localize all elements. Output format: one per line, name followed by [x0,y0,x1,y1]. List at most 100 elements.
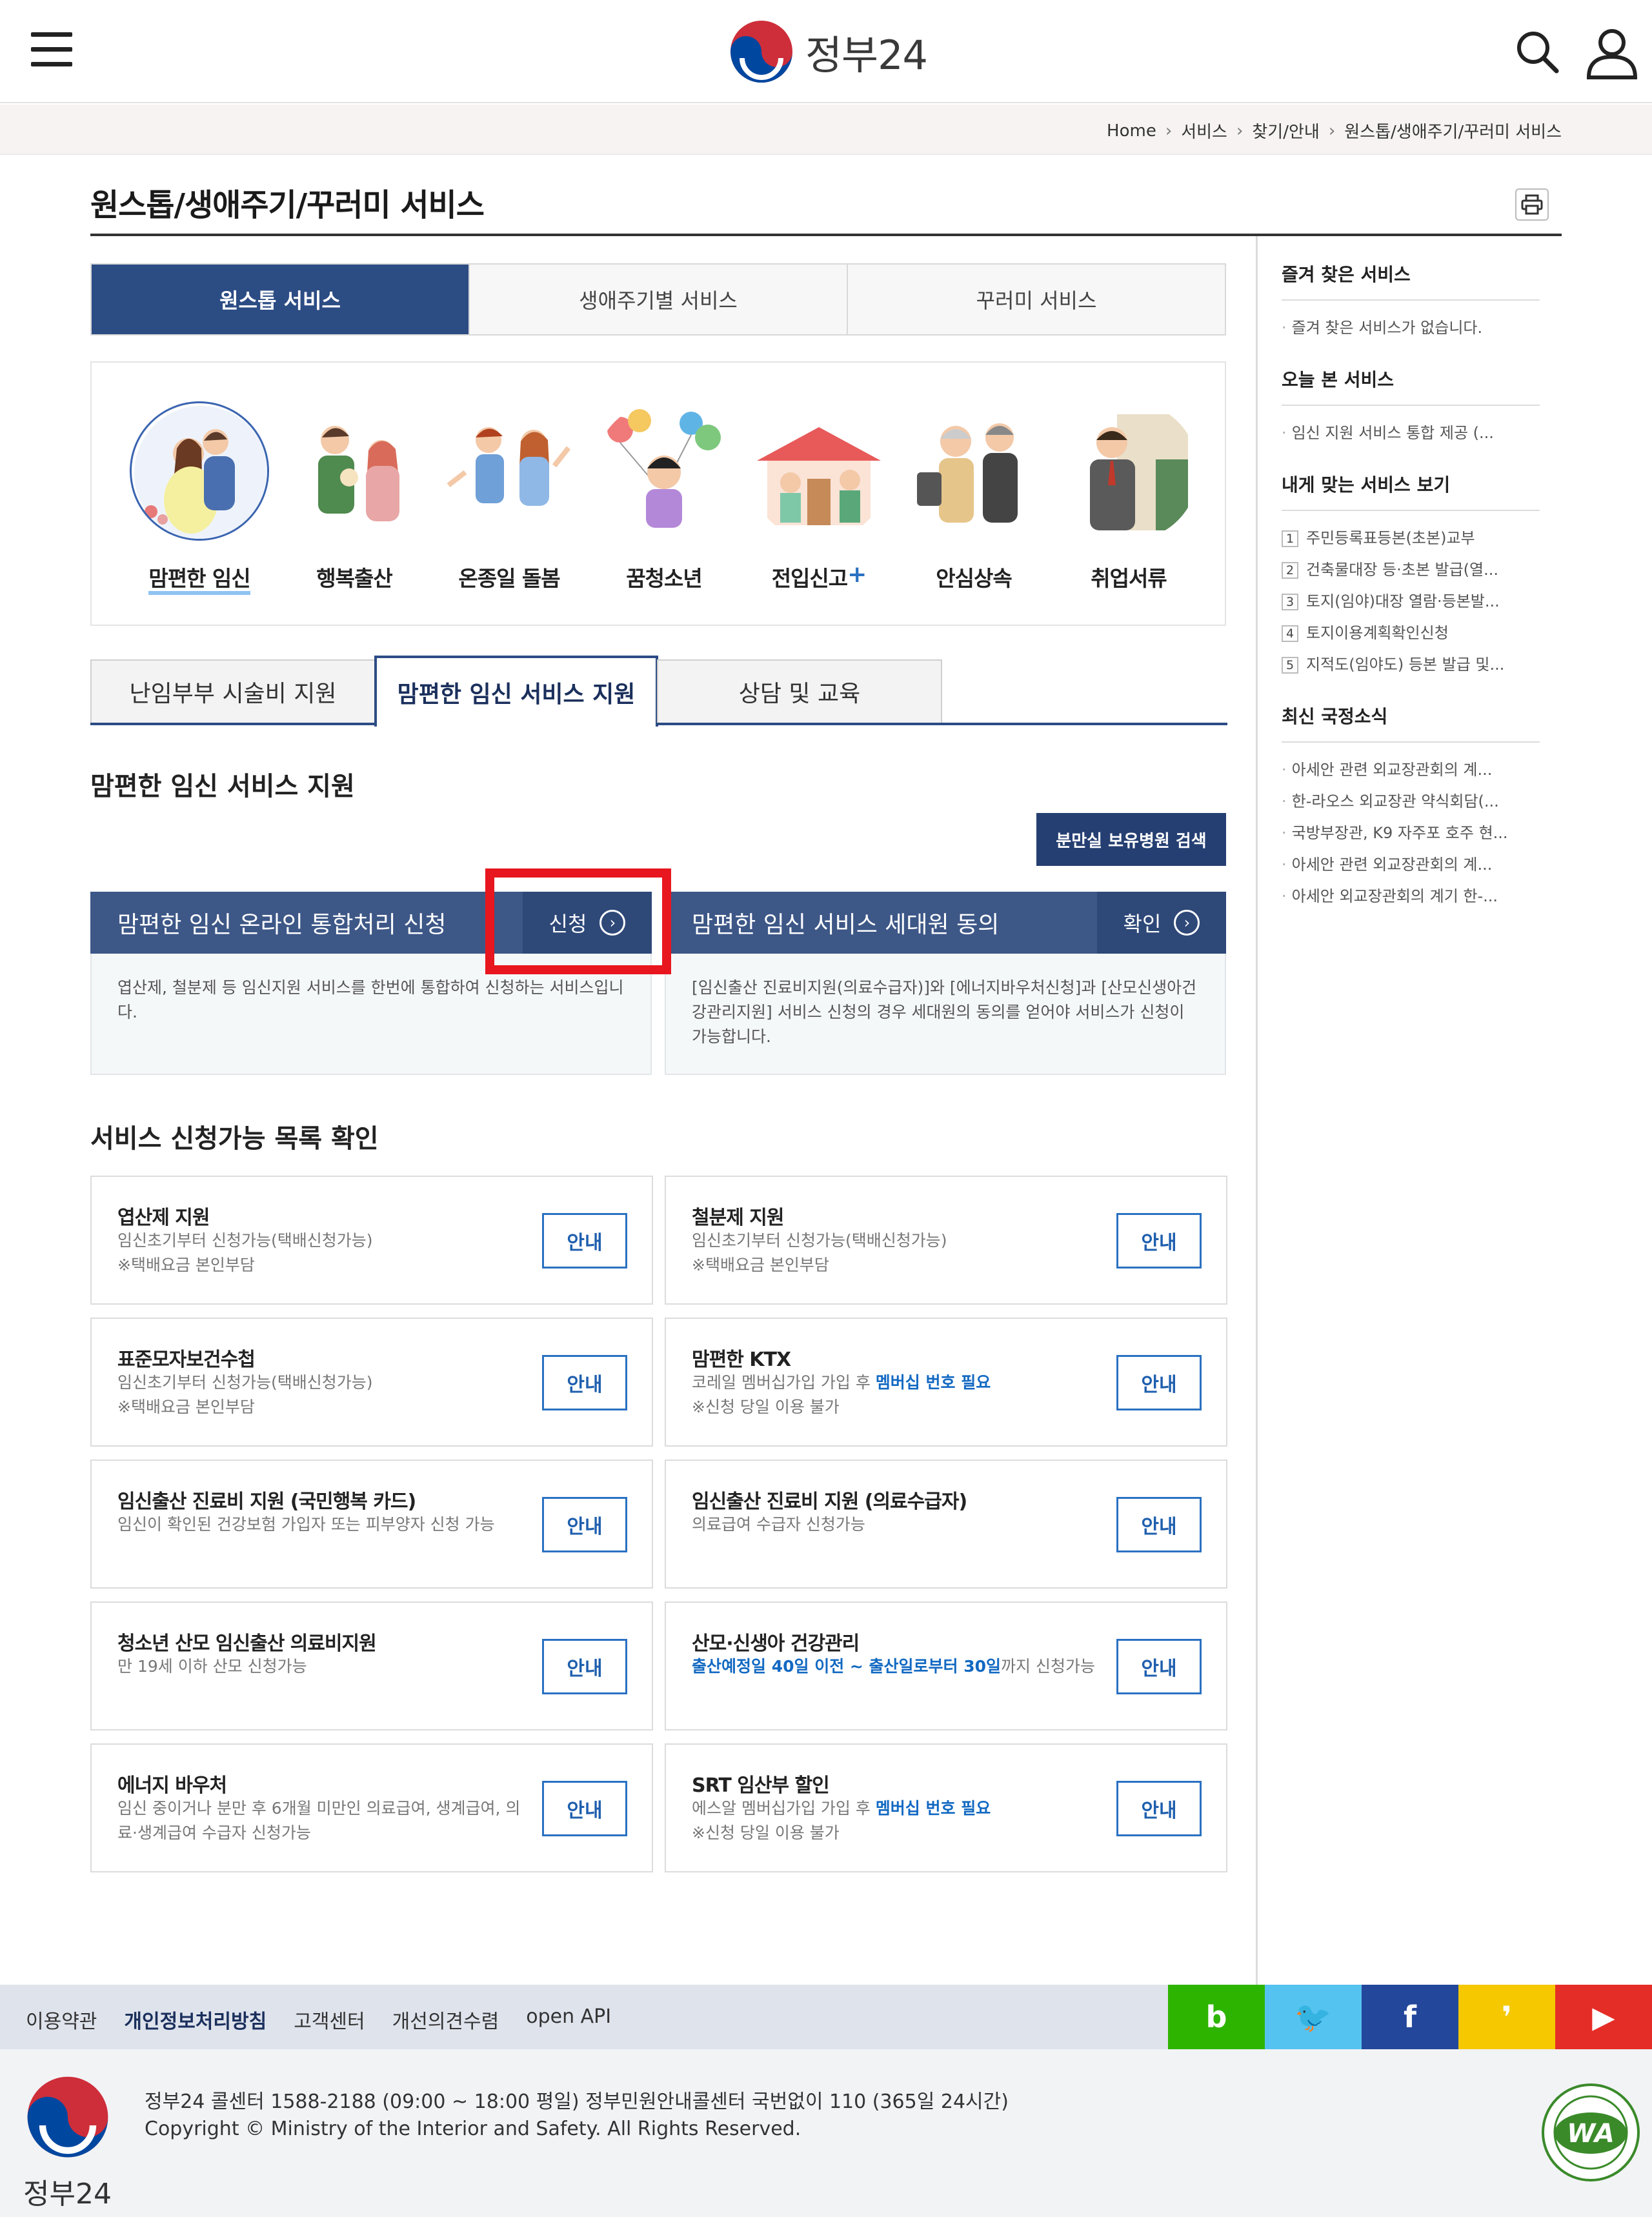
gov24-logo[interactable]: 정부24 [729,19,928,84]
category-care[interactable]: 온종일 돌봄 [435,401,583,592]
service-desc: 임신초기부터 신청가능(택배신청가능) [117,1373,373,1392]
service-card: 맘편한 KTX 코레일 멤버십가입 가입 후 멤버십 번호 필요 ※신청 당일 이용… [665,1318,1227,1447]
sidebar-item[interactable]: · 한-라오스 외교장관 약식회담(... [1282,786,1540,818]
service-name: 에너지 바우처 [117,1774,227,1797]
sidebar-item[interactable]: · 임신 지원 서비스 통합 제공 (... [1282,417,1540,449]
service-card: SRT 임산부 할인 에스알 멤버십가입 가입 후 멤버십 번호 필요 ※신청 당일… [665,1743,1227,1872]
apply-box-consent: 맘편한 임신 서비스 세대원 동의 확인 › [임신출산 진료비지원(의료수급자… [665,892,1226,1075]
print-button[interactable] [1515,188,1549,221]
sidebar-item[interactable]: · 국방부장관, K9 자주포 호주 현... [1282,818,1540,849]
main-tabs: 원스톱 서비스 생애주기별 서비스 꾸러미 서비스 [90,263,1226,336]
category-moving[interactable]: 전입신고+ [745,401,893,592]
tab-package[interactable]: 꾸러미 서비스 [848,265,1225,334]
sidebar-item[interactable]: 3 토지(임야)대장 열람·등본발... [1282,586,1540,617]
care-illustration-icon [439,401,579,541]
breadcrumb-service[interactable]: 서비스 [1181,119,1227,143]
apply-box-title: 맘편한 임신 서비스 세대원 동의 [692,912,1000,938]
sub-tabs: 난임부부 시술비 지원 맘편한 임신 서비스 지원 상담 및 교육 [90,656,1227,727]
guide-button[interactable]: 안내 [542,1355,627,1410]
user-icon[interactable] [1585,26,1639,80]
hospital-search-button[interactable]: 분만실 보유병원 검색 [1036,813,1226,866]
confirm-button[interactable]: 확인 › [1097,892,1226,954]
kakaostory-icon[interactable]: ❜ [1458,1985,1555,2049]
web-accessibility-mark-icon: WA [1541,2083,1640,2182]
category-pregnancy[interactable]: 맘편한 임신 [125,401,274,595]
service-category-panel: 맘편한 임신 행복출산 온종일 돌봄 꿈청소년 전입신고+ 안심상속 취업서류 [90,361,1226,626]
footer-logo-text: 정부24 [23,2178,112,2211]
moving-illustration-icon [749,401,889,541]
footer-main: 정부24 정부24 콜센터 1588-2188 (09:00 ~ 18:00 평… [0,2049,1652,2217]
category-birth[interactable]: 행복출산 [280,401,428,592]
tab-lifecycle[interactable]: 생애주기별 서비스 [470,265,848,334]
guide-button[interactable]: 안내 [1116,1355,1202,1410]
guide-button[interactable]: 안내 [542,1497,627,1552]
service-card: 표준모자보건수첩 임신초기부터 신청가능(택배신청가능) ※택배요금 본인부담 안내 [90,1318,653,1447]
service-desc: 에스알 멤버십가입 가입 후 멤버십 번호 필요 [692,1796,1098,1821]
service-name: 엽산제 지원 [117,1207,210,1229]
category-label: 맘편한 임신 [148,566,251,595]
logo-text: 정부24 [805,32,928,79]
service-desc-text: 에스알 멤버십가입 가입 후 [692,1799,876,1818]
apply-box-desc: [임신출산 진료비지원(의료수급자)]와 [에너지바우처신청]과 [산모신생아건… [665,954,1226,1075]
category-inheritance[interactable]: 안심상속 [900,401,1048,592]
service-note: ※택배요금 본인부담 [692,1256,829,1274]
category-label: 행복출산 [316,566,392,591]
service-desc: 출산예정일 40일 이전 ~ 출산일로부터 30일까지 신청가능 [692,1654,1098,1679]
facebook-icon[interactable]: f [1362,1985,1458,2049]
service-desc-highlight: 멤버십 번호 필요 [875,1373,991,1392]
chevron-right-icon: › [1236,121,1244,141]
sidebar-item[interactable]: · 아세안 외교장관회의 계기 한-... [1282,881,1540,912]
guide-button[interactable]: 안내 [542,1781,627,1836]
tab-infertility[interactable]: 난임부부 시술비 지원 [90,659,376,723]
footer-link-openapi[interactable]: open API [526,2005,611,2034]
favorites-title: 즐겨 찾은 서비스 [1282,261,1540,301]
youtube-icon[interactable]: ▶ [1555,1985,1652,2049]
service-name: SRT 임산부 할인 [692,1774,830,1797]
guide-button[interactable]: 안내 [1116,1781,1202,1836]
plus-icon: + [847,561,867,588]
footer-link-privacy[interactable]: 개인정보처리방침 [124,2005,267,2034]
apply-box-title: 맘편한 임신 온라인 통합처리 신청 [117,912,447,938]
guide-button[interactable]: 안내 [542,1639,627,1694]
sidebar-item[interactable]: 4 토지이용계획확인신청 [1282,617,1540,649]
hamburger-menu-icon[interactable] [31,32,72,68]
footer-link-feedback[interactable]: 개선의견수렴 [392,2005,499,2034]
service-card: 에너지 바우처 임신 중이거나 분만 후 6개월 미만인 의료급여, 생계급여, … [90,1743,653,1872]
service-desc-highlight: 출산예정일 40일 이전 ~ 출산일로부터 30일 [692,1657,1002,1676]
service-card: 철분제 지원 임신초기부터 신청가능(택배신청가능) ※택배요금 본인부담 안내 [665,1176,1227,1305]
service-card: 산모·신생아 건강관리 출산예정일 40일 이전 ~ 출산일로부터 30일까지 신… [665,1601,1227,1730]
guide-button[interactable]: 안내 [1116,1213,1202,1269]
guide-button[interactable]: 안내 [1116,1497,1202,1552]
service-note: ※신청 당일 이용 불가 [692,1823,840,1842]
top-header: 정부24 [0,0,1652,103]
breadcrumb-home[interactable]: Home [1107,121,1156,141]
service-name: 표준모자보건수첩 [117,1349,256,1371]
guide-button[interactable]: 안내 [1116,1639,1202,1694]
blog-icon[interactable]: b [1168,1985,1265,2049]
footer-links-bar: 이용약관 개인정보처리방침 고객센터 개선의견수렴 open API b 🐦 f ❜ ▶ [0,1985,1652,2049]
guide-button[interactable]: 안내 [542,1213,627,1269]
tab-onestop[interactable]: 원스톱 서비스 [92,265,470,334]
tab-pregnancy-support[interactable]: 맘편한 임신 서비스 지원 [374,656,658,727]
chevron-right-icon: › [1328,121,1336,141]
news-title: 최신 국정소식 [1282,703,1540,743]
service-card: 임신출산 진료비 지원 (국민행복 카드) 임신이 확인된 건강보험 가입자 또는… [90,1460,653,1589]
twitter-icon[interactable]: 🐦 [1265,1985,1362,2049]
breadcrumb-current[interactable]: 원스톱/생애주기/꾸러미 서비스 [1344,119,1562,143]
category-youth[interactable]: 꿈청소년 [590,401,738,592]
category-employment[interactable]: 취업서류 [1054,401,1203,592]
right-sidebar: 즐겨 찾은 서비스 · 즐겨 찾은 서비스가 없습니다. 오늘 본 서비스 · 임신… [1282,261,1540,934]
breadcrumb-find[interactable]: 찾기/안내 [1252,119,1319,143]
service-name: 산모·신생아 건강관리 [692,1632,860,1655]
sidebar-item[interactable]: 2 건축물대장 등·초본 발급(열... [1282,554,1540,586]
search-icon[interactable] [1514,28,1560,75]
sidebar-item[interactable]: · 아세안 관련 외교장관회의 계... [1282,849,1540,881]
tab-counseling[interactable]: 상담 및 교육 [657,659,942,723]
sidebar-item[interactable]: 5 지적도(임야도) 등본 발급 및... [1282,649,1540,681]
sidebar-item[interactable]: · 아세안 관련 외교장관회의 계... [1282,754,1540,786]
sidebar-item[interactable]: 1 주민등록표등본(초본)교부 [1282,523,1540,554]
service-card: 청소년 산모 임신출산 의료비지원 만 19세 이하 산모 신청가능 안내 [90,1601,653,1730]
footer-contact: 정부24 콜센터 1588-2188 (09:00 ~ 18:00 평일) 정부… [145,2091,1009,2113]
footer-link-support[interactable]: 고객센터 [294,2005,365,2034]
footer-link-terms[interactable]: 이용약관 [26,2005,97,2034]
